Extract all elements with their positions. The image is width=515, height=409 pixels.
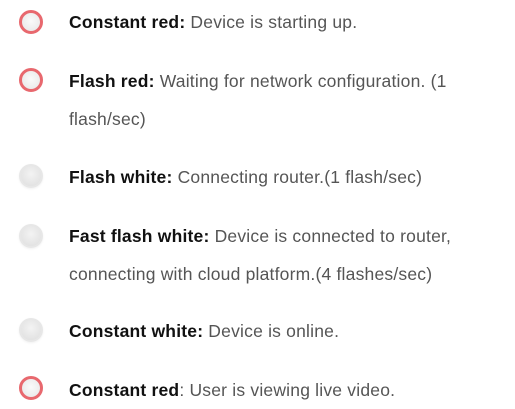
led-status-text: Constant red: User is viewing live video… xyxy=(69,371,507,409)
status-label: Constant red: xyxy=(69,12,186,32)
status-label: Flash white: xyxy=(69,167,173,187)
red-indicator-icon xyxy=(19,10,43,34)
led-status-text: Constant red: Device is starting up. xyxy=(69,3,507,41)
status-description: Connecting router.(1 flash/sec) xyxy=(172,167,423,187)
led-status-text: Flash white: Connecting router.(1 flash/… xyxy=(69,158,507,196)
led-status-text: Constant white: Device is online. xyxy=(69,312,507,350)
status-label: Constant white: xyxy=(69,321,204,341)
status-description: : User is viewing live video. xyxy=(179,380,396,400)
status-label: Constant red xyxy=(69,380,180,400)
red-indicator-icon xyxy=(19,68,43,92)
white-indicator-icon xyxy=(19,224,43,248)
status-description: Device is starting up. xyxy=(185,12,358,32)
led-status-text: Fast flash white: Device is connected to… xyxy=(69,217,507,293)
led-status-text: Flash red: Waiting for network configura… xyxy=(69,62,507,138)
red-indicator-icon xyxy=(19,376,43,400)
white-indicator-icon xyxy=(19,164,43,188)
status-label: Flash red: xyxy=(69,71,155,91)
status-description: Device is online. xyxy=(203,321,340,341)
white-indicator-icon xyxy=(19,318,43,342)
status-label: Fast flash white: xyxy=(69,226,210,246)
